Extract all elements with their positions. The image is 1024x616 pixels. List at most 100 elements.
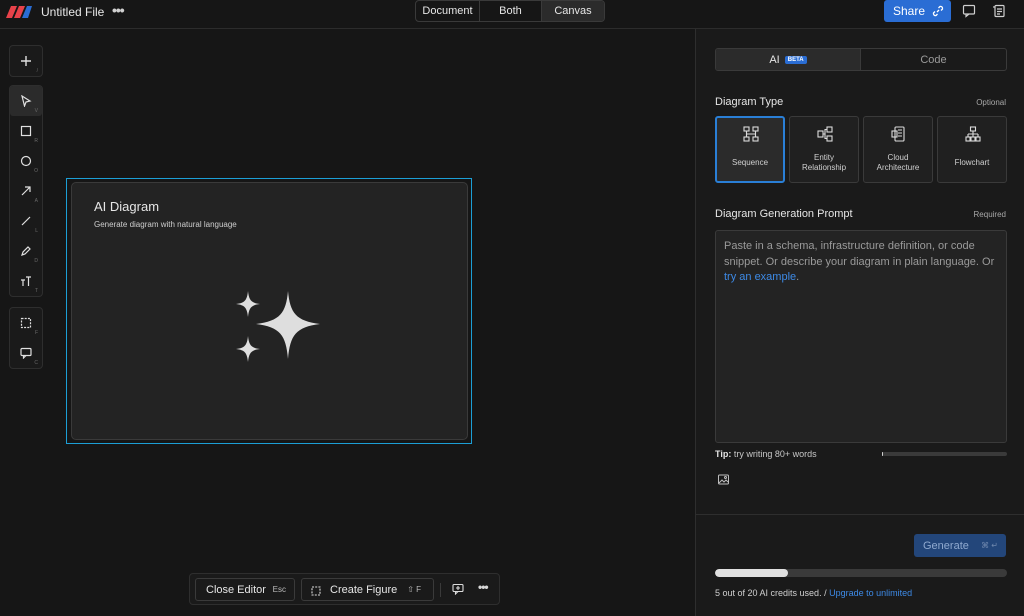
sequence-icon xyxy=(743,126,759,142)
upgrade-link[interactable]: Upgrade to unlimited xyxy=(829,588,912,598)
panel-tabs: AI BETA Code xyxy=(715,48,1007,71)
create-figure-icon xyxy=(311,586,321,596)
create-figure-button[interactable]: Create Figure ⇧ F xyxy=(301,578,434,601)
view-canvas-button[interactable]: Canvas xyxy=(542,1,604,21)
diagram-type-label: Diagram Type xyxy=(715,96,784,108)
document-outline-icon[interactable] xyxy=(992,4,1006,18)
more-options-button[interactable]: ••• xyxy=(478,580,489,594)
panel-divider xyxy=(696,514,1024,515)
diagram-type-label: Cloud Architecture xyxy=(876,153,920,172)
credits-progress xyxy=(715,569,1007,577)
prompt-hint: Required xyxy=(973,210,1006,219)
share-label: Share xyxy=(893,4,926,18)
ai-diagram-card[interactable]: AI Diagram Generate diagram with natural… xyxy=(71,182,468,440)
arrow-icon xyxy=(21,186,31,196)
text-tool[interactable]: T xyxy=(10,266,42,296)
file-title[interactable]: Untitled File xyxy=(41,5,104,19)
tip-text: Tip: try writing 80+ words xyxy=(715,449,817,459)
diagram-type-hint: Optional xyxy=(976,98,1006,107)
app-logo-icon[interactable] xyxy=(6,6,32,18)
beta-badge: BETA xyxy=(784,55,807,64)
generate-label: Generate xyxy=(923,539,969,552)
pencil-tool[interactable]: D xyxy=(10,236,42,266)
add-tool[interactable]: / xyxy=(10,46,42,76)
create-figure-shortcut: ⇧ F xyxy=(407,585,421,594)
close-editor-shortcut: Esc xyxy=(272,585,286,594)
credits-used-text: 5 out of 20 AI credits used. / xyxy=(715,588,830,598)
diagram-type-sequence[interactable]: Sequence xyxy=(715,116,785,183)
toolbar-divider xyxy=(440,583,441,597)
card-subtitle: Generate diagram with natural language xyxy=(94,220,237,229)
create-figure-label: Create Figure xyxy=(330,583,398,596)
close-editor-button[interactable]: Close Editor Esc xyxy=(195,578,295,601)
frame-tool[interactable]: F xyxy=(10,308,42,338)
square-icon xyxy=(20,125,32,137)
diagram-type-entity-relationship[interactable]: Entity Relationship xyxy=(789,116,859,183)
tool-shortcut: D xyxy=(34,258,38,264)
bottom-toolbar: Close Editor Esc Create Figure ⇧ F ••• xyxy=(189,573,500,605)
generate-shortcut: ⌘ ↵ xyxy=(981,541,998,550)
line-tool[interactable]: L xyxy=(10,206,42,236)
ai-side-panel: AI BETA Code Diagram Type Optional Seque… xyxy=(695,29,1024,616)
tab-ai[interactable]: AI BETA xyxy=(716,49,861,70)
tool-shortcut: / xyxy=(36,68,38,74)
tab-code[interactable]: Code xyxy=(861,49,1006,70)
cloud-architecture-icon xyxy=(891,126,905,142)
link-icon xyxy=(932,5,944,17)
view-mode-switch: Document Both Canvas xyxy=(415,0,605,22)
comment-tool[interactable]: C xyxy=(10,338,42,368)
pencil-icon xyxy=(21,246,31,256)
sparkles-icon xyxy=(236,291,320,362)
share-button[interactable]: Share xyxy=(884,0,951,22)
tool-shortcut: C xyxy=(34,360,38,366)
diagram-type-cloud-architecture[interactable]: Cloud Architecture xyxy=(863,116,933,183)
add-comment-icon[interactable] xyxy=(452,583,464,595)
view-both-button[interactable]: Both xyxy=(480,1,542,21)
tip-message: try writing 80+ words xyxy=(731,449,817,459)
diagram-type-flowchart[interactable]: Flowchart xyxy=(937,116,1007,183)
drawing-tool-group: V R O A L D T xyxy=(9,85,43,297)
prompt-label: Diagram Generation Prompt xyxy=(715,208,853,220)
text-icon xyxy=(21,276,31,286)
diagram-type-label: Sequence xyxy=(731,158,769,167)
frame-tool-group: F C xyxy=(9,307,43,369)
tool-shortcut: T xyxy=(34,288,38,294)
tip-label: Tip: xyxy=(715,449,732,459)
image-upload-icon[interactable] xyxy=(718,474,729,485)
card-title: AI Diagram xyxy=(94,199,160,214)
credits-progress-fill xyxy=(715,569,788,577)
tab-ai-label: AI xyxy=(769,53,780,66)
diagram-type-label: Entity Relationship xyxy=(801,153,847,172)
flowchart-icon xyxy=(965,126,981,142)
cursor-icon xyxy=(21,95,32,107)
tool-shortcut: A xyxy=(34,198,38,204)
select-tool[interactable]: V xyxy=(10,86,42,116)
word-count-progress xyxy=(882,452,1007,456)
close-editor-label: Close Editor xyxy=(206,583,266,596)
view-document-button[interactable]: Document xyxy=(416,1,480,21)
tool-shortcut: O xyxy=(34,168,38,174)
ellipse-tool[interactable]: O xyxy=(10,146,42,176)
comment-icon xyxy=(20,347,32,359)
tool-shortcut: F xyxy=(34,330,38,336)
line-icon xyxy=(21,216,31,226)
top-bar: Untitled File ••• Document Both Canvas S… xyxy=(0,0,1024,29)
file-menu-button[interactable]: ••• xyxy=(112,2,125,18)
rectangle-tool[interactable]: R xyxy=(10,116,42,146)
comments-icon[interactable] xyxy=(962,4,976,18)
circle-icon xyxy=(20,155,32,167)
prompt-input[interactable]: Paste in a schema, infrastructure defini… xyxy=(715,230,1007,443)
tool-shortcut: L xyxy=(35,228,38,234)
add-tool-group: / xyxy=(9,45,43,77)
plus-icon xyxy=(21,56,31,66)
frame-icon xyxy=(20,317,32,329)
try-example-link[interactable]: try an example xyxy=(724,271,796,283)
prompt-placeholder: Paste in a schema, infrastructure defini… xyxy=(724,240,995,268)
arrow-tool[interactable]: A xyxy=(10,176,42,206)
entity-relationship-icon xyxy=(817,126,833,142)
generate-button[interactable]: Generate ⌘ ↵ xyxy=(914,534,1006,557)
word-count-progress-fill xyxy=(882,452,884,456)
tool-shortcut: R xyxy=(34,138,38,144)
credits-text: 5 out of 20 AI credits used. / Upgrade t… xyxy=(715,588,912,598)
tool-shortcut: V xyxy=(34,108,38,114)
